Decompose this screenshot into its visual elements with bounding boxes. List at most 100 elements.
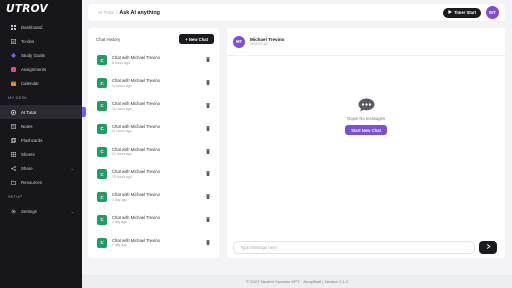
- sidebar-item-label: Resources: [21, 179, 42, 185]
- message-composer: [233, 240, 497, 254]
- sidebar-item-share[interactable]: Share ⌄: [0, 161, 82, 175]
- chat-item-time: 1 day ago: [112, 220, 127, 225]
- sidebar-main-nav: Dashboard To-dos Study Goals Assignments: [0, 18, 82, 90]
- chat-history-item[interactable]: C Chat with Michael Trevino 11 hours ago: [93, 95, 214, 118]
- notes-icon: [10, 123, 16, 129]
- breadcrumb-separator: /: [116, 10, 118, 15]
- sidebar-item-label: AI Tutor: [21, 109, 37, 115]
- chat-item-time: 8 hours ago: [112, 60, 130, 65]
- sidebar-item-label: Flashcards: [21, 137, 43, 143]
- message-input[interactable]: [233, 240, 475, 254]
- resources-icon: [10, 179, 16, 185]
- trash-icon[interactable]: [206, 102, 210, 109]
- chat-item-time: 1 day ago: [112, 243, 127, 248]
- chat-item-time: 11 hours ago: [112, 83, 132, 88]
- sidebar-item-label: Share: [21, 165, 33, 171]
- sidebar-item-label: Study Goals: [21, 52, 45, 58]
- sidebar-item-dashboard[interactable]: Dashboard: [0, 20, 82, 34]
- ai-tutor-icon: [10, 109, 16, 115]
- start-new-chat-button[interactable]: Start New Chat: [345, 125, 387, 135]
- sidebar-item-todos[interactable]: To-dos: [0, 34, 82, 48]
- breadcrumb-parent[interactable]: AI Tutor: [98, 10, 114, 15]
- dashboard-icon: [10, 24, 16, 30]
- chat-item-time: 12 hours ago: [112, 152, 132, 157]
- top-bar: AI Tutor / Ask AI anything Timer Start M…: [88, 4, 505, 21]
- sidebar-item-label: Sheets: [21, 151, 35, 157]
- sidebar-item-label: To-dos: [21, 38, 35, 44]
- chat-badge: C: [97, 78, 107, 89]
- settings-icon: [10, 208, 16, 214]
- sidebar-item-settings[interactable]: Settings ⌄: [0, 204, 82, 218]
- play-icon: [448, 10, 452, 15]
- chat-pane: MT Michael Trevino 2024-07-16 Oops! No m…: [227, 28, 505, 258]
- chat-history-item[interactable]: C Chat with Michael Trevino 8 hours ago: [93, 49, 214, 72]
- assignment-icon: [10, 66, 16, 72]
- chat-history-item[interactable]: C Chat with Michael Trevino 1 day ago: [93, 231, 214, 254]
- sidebar-setup-nav: Settings ⌄: [0, 202, 82, 218]
- main-area: AI Tutor / Ask AI anything Timer Start M…: [82, 0, 512, 288]
- contact-avatar: MT: [233, 35, 245, 48]
- trash-icon[interactable]: [206, 216, 210, 223]
- sidebar-item-flashcards[interactable]: Flashcards: [0, 133, 82, 147]
- chat-badge: C: [97, 214, 107, 225]
- sidebar-item-notes[interactable]: Notes: [0, 119, 82, 133]
- user-avatar[interactable]: MT: [486, 6, 499, 19]
- timer-start-button[interactable]: Timer Start: [442, 7, 481, 18]
- flashcards-icon: [10, 137, 16, 143]
- chat-badge: C: [97, 100, 107, 111]
- trash-icon[interactable]: [206, 239, 210, 246]
- sidebar-desk-nav: AI Tutor Notes Flashcards Sheets Share ⌄…: [0, 103, 86, 189]
- sidebar-item-label: Assignments: [21, 66, 47, 72]
- page-title: Ask AI anything: [119, 9, 160, 16]
- brand-logo-text: UTROV: [6, 3, 48, 15]
- calendar-icon: [10, 80, 16, 86]
- chat-badge: C: [97, 123, 107, 134]
- chat-date: 2024-07-16: [250, 42, 268, 47]
- sheets-icon: [10, 151, 16, 157]
- chat-history-item[interactable]: C Chat with Michael Trevino 11 hours ago: [93, 117, 214, 140]
- divider: [227, 55, 505, 56]
- sidebar-item-resources[interactable]: Resources: [0, 175, 82, 189]
- share-icon: [10, 165, 16, 171]
- chat-item-time: 11 hours ago: [112, 106, 132, 111]
- sidebar-item-ai-tutor[interactable]: AI Tutor: [0, 105, 86, 119]
- chat-badge: C: [97, 192, 107, 203]
- goal-icon: [10, 52, 16, 58]
- sidebar-section-setup: SETUP: [8, 195, 23, 199]
- sidebar-section-my-desk: MY DESK: [8, 96, 28, 100]
- sidebar-item-calendar[interactable]: Calendar: [0, 76, 82, 90]
- trash-icon[interactable]: [206, 80, 210, 86]
- sidebar-item-study-goals[interactable]: Study Goals: [0, 48, 82, 62]
- chat-history-item[interactable]: C Chat with Michael Trevino 1 day ago: [93, 209, 214, 232]
- chevron-down-icon: ⌄: [70, 165, 74, 171]
- sidebar-item-label: Dashboard: [21, 24, 43, 30]
- send-button[interactable]: [479, 240, 497, 254]
- app-root: UTROV Dashboard To-dos Study Goals Assig…: [0, 0, 512, 288]
- trash-icon[interactable]: [206, 125, 210, 132]
- chat-history-item[interactable]: C Chat with Michael Trevino 12 hours ago: [93, 140, 214, 163]
- chat-item-time: 1 day ago: [112, 197, 127, 202]
- trash-icon[interactable]: [206, 194, 210, 200]
- brand-logo[interactable]: UTROV: [0, 0, 82, 18]
- trash-icon[interactable]: [206, 57, 210, 63]
- chat-badge: C: [97, 55, 107, 66]
- chat-history-title: Chat History: [96, 36, 121, 42]
- chat-history-item[interactable]: C Chat with Michael Trevino 1 day ago: [93, 186, 214, 209]
- timer-start-label: Timer Start: [453, 10, 476, 15]
- trash-icon[interactable]: [206, 148, 210, 155]
- new-chat-button[interactable]: + New Chat: [179, 34, 214, 44]
- chat-history-item[interactable]: C Chat with Michael Trevino 11 hours ago: [93, 72, 214, 95]
- sidebar-item-assignments[interactable]: Assignments: [0, 62, 82, 76]
- footer: © 2023 Student Success GPT · JumpStart |…: [82, 275, 512, 288]
- chat-header: MT Michael Trevino 2024-07-16: [227, 28, 505, 48]
- tutor-content: Chat History + New Chat C Chat with Micha…: [88, 28, 505, 258]
- chat-item-time: 11 hours ago: [112, 129, 132, 134]
- chat-history-list: C Chat with Michael Trevino 8 hours ago C Ch…: [93, 49, 214, 254]
- chat-history-item[interactable]: C Chat with Michael Trevino 19 hours ago: [93, 163, 214, 186]
- sidebar-item-label: Notes: [21, 123, 33, 129]
- chat-badge: C: [97, 237, 107, 248]
- trash-icon[interactable]: [206, 171, 210, 177]
- sidebar-item-sheets[interactable]: Sheets: [0, 147, 82, 161]
- chat-badge: C: [97, 146, 107, 157]
- empty-state: Oops! No messages Start New Chat: [227, 98, 505, 135]
